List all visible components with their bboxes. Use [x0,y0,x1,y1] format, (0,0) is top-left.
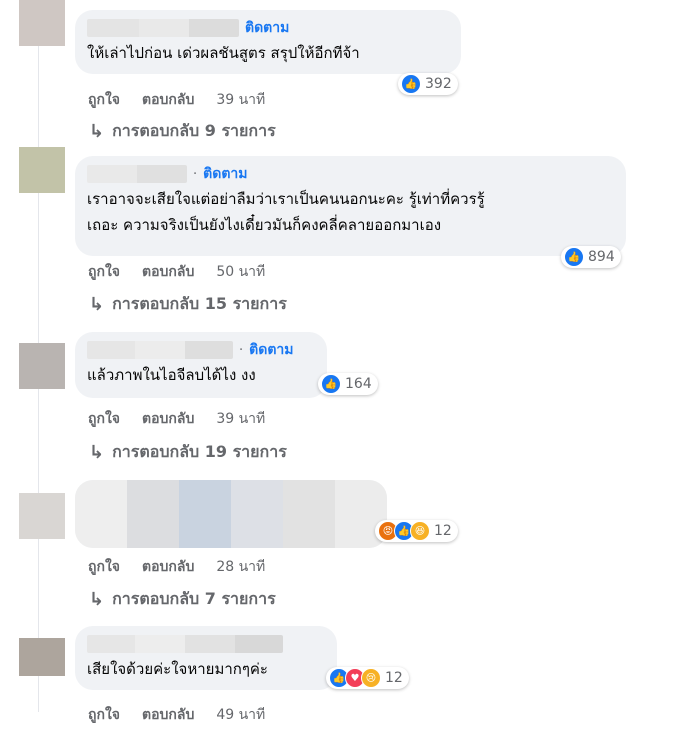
reaction-summary[interactable]: 👍 164 [318,373,378,395]
reaction-count: 164 [345,376,372,392]
reaction-count: 392 [425,76,452,92]
like-button[interactable]: ถูกใจ [88,556,120,578]
like-button[interactable]: ถูกใจ [88,261,120,283]
reaction-count: 12 [434,523,452,539]
avatar[interactable] [19,147,65,193]
reaction-summary[interactable]: 👍 ♥ 😢 12 [326,667,409,689]
follow-link[interactable]: ติดตาม [203,163,247,185]
view-replies-link[interactable]: ↳ การตอบกลับ 19 รายการ [89,440,287,465]
avatar[interactable] [19,638,65,676]
like-icon: 👍 [564,247,584,267]
follow-link[interactable]: ติดตาม [249,339,293,361]
author-name-blurred[interactable] [87,19,239,37]
view-replies-link[interactable]: ↳ การตอบกลับ 7 รายการ [89,587,276,612]
replies-label: การตอบกลับ 19 รายการ [112,442,287,461]
author-name-blurred[interactable] [87,341,233,359]
like-icon: 👍 [321,374,341,394]
reaction-summary[interactable]: 👍 894 [561,246,621,268]
like-icon: 👍 [401,74,421,94]
timestamp[interactable]: 50 นาที [216,261,265,283]
follow-link[interactable]: ติดตาม [245,17,289,39]
reaction-count: 12 [385,670,403,686]
timestamp[interactable]: 39 นาที [216,408,265,430]
comment-text: เราอาจจะเสียใจแต่อย่าลืมว่าเราเป็นคนนอกน… [87,190,485,234]
avatar[interactable] [19,0,65,46]
comment-bubble: ติดตาม ให้เล่าไปก่อน เด่วผลชันสูตร สรุปใ… [75,10,461,74]
replies-label: การตอบกลับ 15 รายการ [112,294,287,313]
like-button[interactable]: ถูกใจ [88,89,120,111]
like-button[interactable]: ถูกใจ [88,408,120,430]
avatar[interactable] [19,343,65,389]
comment-bubble: เสียใจด้วยค่ะใจหายมากๆค่ะ [75,626,337,690]
avatar[interactable] [19,493,65,539]
author-name-blurred[interactable] [87,635,283,653]
reply-arrow-icon: ↳ [89,442,105,463]
comment-bubble [75,480,387,548]
comment-text: ให้เล่าไปก่อน เด่วผลชันสูตร สรุปให้อีกที… [87,44,360,62]
reply-arrow-icon: ↳ [89,121,105,142]
comment-text: แล้วภาพในไอจีลบได้ไง งง [87,366,256,384]
haha-icon: 😆 [410,521,430,541]
timestamp[interactable]: 39 นาที [216,89,265,111]
replies-label: การตอบกลับ 7 รายการ [112,589,276,608]
comment-text: เสียใจด้วยค่ะใจหายมากๆค่ะ [87,660,268,678]
view-replies-link[interactable]: ↳ การตอบกลับ 9 รายการ [89,119,276,144]
sad-icon: 😢 [361,668,381,688]
reply-arrow-icon: ↳ [89,294,105,315]
timestamp[interactable]: 28 นาที [216,556,265,578]
reply-button[interactable]: ตอบกลับ [142,408,194,430]
reply-button[interactable]: ตอบกลับ [142,261,194,283]
comment-content-blurred [75,480,387,548]
timestamp[interactable]: 49 นาที [216,704,265,726]
replies-label: การตอบกลับ 9 รายการ [112,121,276,140]
comment-bubble: · ติดตาม แล้วภาพในไอจีลบได้ไง งง [75,332,327,398]
reaction-summary[interactable]: 👍 392 [398,73,458,95]
author-name-blurred[interactable] [87,165,187,183]
reply-arrow-icon: ↳ [89,589,105,610]
reply-button[interactable]: ตอบกลับ [142,89,194,111]
like-button[interactable]: ถูกใจ [88,704,120,726]
reaction-summary[interactable]: 😡 👍 😆 12 [375,520,458,542]
reply-button[interactable]: ตอบกลับ [142,556,194,578]
comment-bubble: · ติดตาม เราอาจจะเสียใจแต่อย่าลืมว่าเราเ… [75,156,626,256]
reply-button[interactable]: ตอบกลับ [142,704,194,726]
view-replies-link[interactable]: ↳ การตอบกลับ 15 รายการ [89,292,287,317]
reaction-count: 894 [588,249,615,265]
